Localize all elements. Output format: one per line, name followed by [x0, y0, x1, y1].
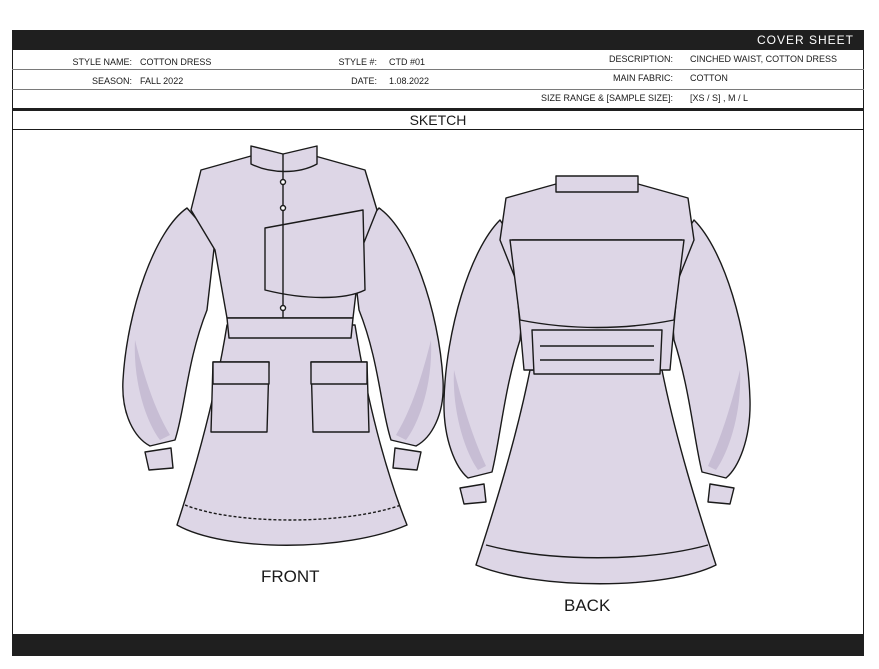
- main-fabric-label: MAIN FABRIC:: [612, 73, 673, 83]
- spec-info-block: STYLE NAME: COTTON DRESS SEASON: FALL 20…: [12, 50, 864, 108]
- cover-sheet-title: COVER SHEET: [756, 33, 854, 47]
- front-waist-belt: [226, 317, 354, 339]
- left-sleeve: [122, 207, 216, 447]
- cover-sheet-footer: [12, 634, 864, 656]
- size-range-label: SIZE RANGE & [SAMPLE SIZE]:: [540, 93, 673, 103]
- style-name-value: COTTON DRESS: [140, 57, 212, 67]
- front-view-label: FRONT: [261, 567, 320, 586]
- front-left-pocket-flap: [212, 361, 270, 385]
- season-value: FALL 2022: [140, 76, 184, 86]
- cover-sheet-header: COVER SHEET: [12, 30, 864, 50]
- sketch-title: SKETCH: [409, 112, 467, 128]
- row-divider: [12, 69, 864, 70]
- style-number-label: STYLE #:: [338, 57, 377, 67]
- front-collar: [250, 145, 318, 173]
- back-crop-panel: [509, 239, 685, 329]
- back-collar: [555, 175, 639, 193]
- date-label: DATE:: [351, 76, 377, 86]
- back-left-cuff: [459, 483, 487, 505]
- back-dress-sketch: [443, 175, 751, 585]
- row-divider: [12, 89, 864, 90]
- description-label: DESCRIPTION:: [608, 54, 673, 64]
- main-fabric-value: COTTON: [690, 73, 728, 83]
- right-cuff: [392, 447, 422, 471]
- front-dress-sketch: [122, 145, 444, 546]
- size-range-value: [XS / S] , M / L: [690, 93, 749, 103]
- back-view-label: BACK: [564, 596, 611, 615]
- left-cuff: [144, 447, 174, 471]
- sketch-rule: [12, 129, 864, 130]
- back-shirred-waist: [531, 329, 663, 375]
- season-label: SEASON:: [91, 76, 132, 86]
- date-value: 1.08.2022: [389, 76, 430, 86]
- style-number-value: CTD #01: [389, 57, 426, 67]
- front-right-pocket-flap: [310, 361, 368, 385]
- description-value: CINCHED WAIST, COTTON DRESS: [690, 54, 838, 64]
- back-right-cuff: [707, 483, 735, 505]
- style-name-label: STYLE NAME:: [72, 57, 132, 67]
